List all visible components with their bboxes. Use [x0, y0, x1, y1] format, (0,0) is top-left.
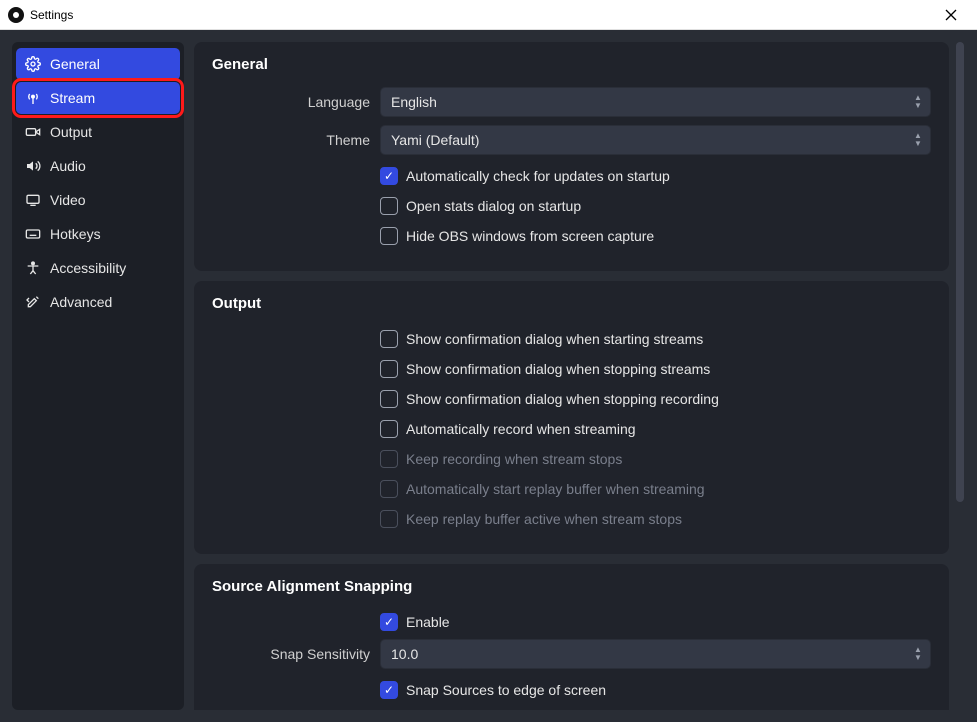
close-icon [945, 9, 957, 21]
checkbox[interactable] [380, 390, 398, 408]
sidebar-item-label: Video [50, 192, 86, 208]
check-row: Keep replay buffer active when stream st… [212, 506, 931, 532]
check-label: Keep recording when stream stops [406, 451, 622, 467]
app-icon [8, 7, 24, 23]
check-label: Open stats dialog on startup [406, 198, 581, 214]
checkbox[interactable] [380, 360, 398, 378]
checkbox[interactable]: ✓ [380, 167, 398, 185]
check-row: Automatically record when streaming [212, 416, 931, 442]
row-theme: Theme Yami (Default) [212, 125, 931, 155]
sidebar-item-label: Advanced [50, 294, 112, 310]
check-label: Show confirmation dialog when stopping r… [406, 391, 719, 407]
checkbox[interactable] [380, 227, 398, 245]
panel-title-snapping: Source Alignment Snapping [212, 578, 931, 595]
panel-general: General Language English Theme Yami [194, 42, 949, 271]
content-area: General Language English Theme Yami [194, 42, 965, 710]
gear-icon [24, 56, 42, 72]
sidebar-item-general[interactable]: General [16, 48, 180, 80]
check-label: Enable [406, 614, 450, 630]
panel-output: Output Show confirmation dialog when sta… [194, 281, 949, 554]
checkbox[interactable]: ✓ [380, 681, 398, 699]
check-label: Show confirmation dialog when stopping s… [406, 361, 710, 377]
sidebar: General Stream Output Audio Video Hotkeys Acce… [12, 42, 184, 710]
scrollbar[interactable] [955, 42, 965, 710]
panel-snapping: Source Alignment Snapping ✓ Enable Snap S… [194, 564, 949, 710]
window-title: Settings [30, 8, 73, 22]
titlebar: Settings [0, 0, 977, 30]
sidebar-item-stream[interactable]: Stream [16, 82, 180, 114]
monitor-icon [24, 192, 42, 208]
label-theme: Theme [212, 132, 370, 148]
checkbox [380, 510, 398, 528]
check-row: ✓ Automatically check for updates on star… [212, 163, 931, 189]
panel-title-general: General [212, 56, 931, 73]
updown-icon [910, 90, 926, 114]
checkbox[interactable] [380, 420, 398, 438]
panel-title-output: Output [212, 295, 931, 312]
check-row: Show confirmation dialog when starting s… [212, 326, 931, 352]
checkbox [380, 450, 398, 468]
sidebar-item-advanced[interactable]: Advanced [16, 286, 180, 318]
accessibility-icon [24, 260, 42, 276]
updown-icon [910, 128, 926, 152]
row-language: Language English [212, 87, 931, 117]
sidebar-item-video[interactable]: Video [16, 184, 180, 216]
check-row: ✓ Snap Sources to edge of screen [212, 677, 931, 703]
check-label: Hide OBS windows from screen capture [406, 228, 654, 244]
row-snap-sensitivity: Snap Sensitivity 10.0 [212, 639, 931, 669]
sidebar-item-accessibility[interactable]: Accessibility [16, 252, 180, 284]
check-label: Snap Sources to edge of screen [406, 682, 606, 698]
check-row: Keep recording when stream stops [212, 446, 931, 472]
label-snap-sensitivity: Snap Sensitivity [212, 646, 370, 662]
settings-scroll: General Language English Theme Yami [194, 42, 949, 710]
select-theme[interactable]: Yami (Default) [380, 125, 931, 155]
antenna-icon [24, 90, 42, 106]
sidebar-item-label: Stream [50, 90, 95, 106]
check-label: Automatically start replay buffer when s… [406, 481, 705, 497]
checkbox[interactable] [380, 330, 398, 348]
sidebar-item-hotkeys[interactable]: Hotkeys [16, 218, 180, 250]
speaker-icon [24, 158, 42, 174]
camera-icon [24, 124, 42, 140]
updown-icon[interactable] [910, 642, 926, 666]
check-row: ✓ Enable [212, 609, 931, 635]
scrollbar-thumb[interactable] [956, 42, 964, 502]
sidebar-item-output[interactable]: Output [16, 116, 180, 148]
checkbox[interactable]: ✓ [380, 613, 398, 631]
settings-body: General Stream Output Audio Video Hotkeys Acce… [0, 30, 977, 722]
keyboard-icon [24, 226, 42, 242]
check-row: Show confirmation dialog when stopping r… [212, 386, 931, 412]
select-language[interactable]: English [380, 87, 931, 117]
input-snap-sensitivity[interactable]: 10.0 [380, 639, 931, 669]
sidebar-item-label: General [50, 56, 100, 72]
select-theme-value: Yami (Default) [391, 132, 479, 148]
checkbox[interactable] [380, 197, 398, 215]
check-label: Keep replay buffer active when stream st… [406, 511, 682, 527]
check-row: Automatically start replay buffer when s… [212, 476, 931, 502]
tools-icon [24, 294, 42, 310]
snap-sensitivity-value: 10.0 [391, 646, 418, 662]
check-label: Automatically check for updates on start… [406, 168, 670, 184]
label-language: Language [212, 94, 370, 110]
check-row: Hide OBS windows from screen capture [212, 223, 931, 249]
sidebar-item-label: Audio [50, 158, 86, 174]
sidebar-item-label: Hotkeys [50, 226, 101, 242]
check-label: Automatically record when streaming [406, 421, 636, 437]
close-button[interactable] [931, 0, 971, 30]
checkbox [380, 480, 398, 498]
check-row: ✓Snap Sources to other sources [212, 707, 931, 710]
check-label: Show confirmation dialog when starting s… [406, 331, 703, 347]
sidebar-item-label: Output [50, 124, 92, 140]
check-row: Show confirmation dialog when stopping s… [212, 356, 931, 382]
sidebar-item-audio[interactable]: Audio [16, 150, 180, 182]
select-language-value: English [391, 94, 437, 110]
sidebar-item-label: Accessibility [50, 260, 126, 276]
check-row: Open stats dialog on startup [212, 193, 931, 219]
